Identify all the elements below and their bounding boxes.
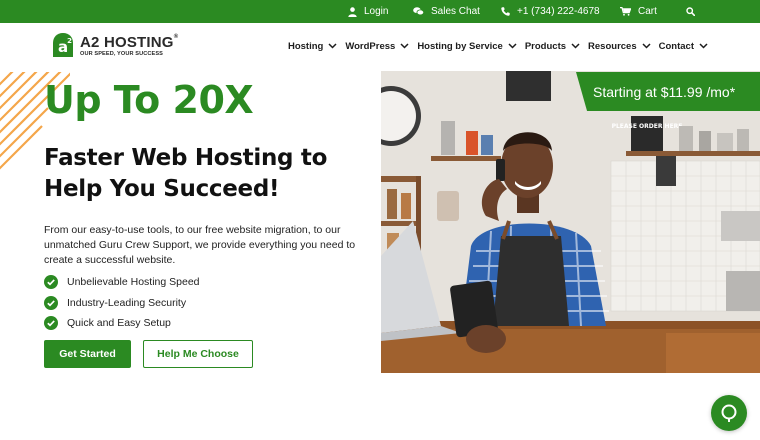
- price-badge: Starting at $11.99 /mo*: [576, 72, 760, 111]
- chevron-down-icon: [328, 43, 337, 49]
- phone-number: +1 (734) 222-4678: [517, 6, 600, 17]
- phone-link[interactable]: +1 (734) 222-4678: [501, 0, 600, 23]
- chat-bubbles-icon: [413, 7, 424, 16]
- check-circle-icon: [44, 275, 58, 290]
- logo-brand-text: A2 HOSTING: [80, 34, 174, 51]
- logo-brand-name: A2 HOSTING®: [80, 34, 178, 51]
- feature-label: Unbelievable Hosting Speed: [67, 276, 200, 289]
- hero-headline-accent: Up To 20X: [44, 78, 254, 122]
- search-icon: [686, 7, 695, 16]
- nav-item-hosting[interactable]: Hosting: [288, 41, 337, 52]
- user-icon: [348, 6, 357, 17]
- nav-item-label: Products: [524, 40, 567, 52]
- nav-item-products[interactable]: Products: [525, 41, 580, 52]
- cart-icon: [620, 7, 631, 16]
- chevron-down-icon: [571, 43, 580, 49]
- chat-widget-button[interactable]: [711, 395, 747, 431]
- search-button[interactable]: [686, 0, 695, 23]
- board-text-line-1: PLEASE ORDER HERE: [612, 123, 683, 130]
- nav-item-contact[interactable]: Contact: [659, 41, 708, 52]
- feature-label: Industry-Leading Security: [67, 296, 187, 309]
- nav-item-label: Resources: [588, 40, 637, 52]
- feature-item: Quick and Easy Setup: [44, 313, 200, 334]
- registered-mark: ®: [173, 34, 179, 40]
- feature-item: Industry-Leading Security: [44, 293, 200, 314]
- nav-item-label: Contact: [658, 40, 694, 52]
- sales-chat-label: Sales Chat: [431, 6, 480, 17]
- login-label: Login: [364, 6, 389, 17]
- main-navigation: Hosting WordPress Hosting by Service Pro…: [288, 23, 708, 69]
- feature-label: Quick and Easy Setup: [67, 317, 171, 330]
- chevron-down-icon: [699, 43, 708, 49]
- hero-headline: Faster Web Hosting to Help You Succeed!: [44, 145, 328, 202]
- top-utility-bar: Login Sales Chat +1 (734) 222-4678 Cart: [0, 0, 760, 23]
- svg-text:2: 2: [67, 37, 72, 45]
- cart-label: Cart: [638, 6, 657, 17]
- chevron-down-icon: [642, 43, 651, 49]
- chat-icon: [721, 404, 737, 422]
- nav-item-wordpress[interactable]: WordPress: [345, 41, 409, 52]
- check-circle-icon: [44, 295, 58, 310]
- hero-photo: PLEASE ORDER HERE: [381, 71, 760, 373]
- a2-logo-mark: a 2: [53, 33, 73, 57]
- nav-item-label: WordPress: [345, 40, 396, 52]
- nav-item-hosting-by-service[interactable]: Hosting by Service: [417, 41, 517, 52]
- nav-item-label: Hosting by Service: [417, 40, 503, 52]
- site-header: a 2 A2 HOSTING® OUR SPEED, YOUR SUCCESS …: [0, 23, 760, 69]
- nav-item-resources[interactable]: Resources: [588, 41, 651, 52]
- chevron-down-icon: [508, 43, 517, 49]
- feature-item: Unbelievable Hosting Speed: [44, 272, 200, 293]
- feature-list: Unbelievable Hosting Speed Industry-Lead…: [44, 272, 200, 334]
- logo-tagline: OUR SPEED, YOUR SUCCESS: [80, 51, 164, 57]
- cart-link[interactable]: Cart: [620, 0, 657, 23]
- help-me-choose-button[interactable]: Help Me Choose: [143, 340, 253, 368]
- a2-hosting-logo[interactable]: a 2 A2 HOSTING® OUR SPEED, YOUR SUCCESS: [52, 32, 182, 62]
- nav-item-label: Hosting: [287, 40, 324, 52]
- hero-description: From our easy-to-use tools, to our free …: [44, 224, 356, 266]
- menu-board: [631, 116, 663, 152]
- phone-icon: [501, 7, 510, 16]
- check-circle-icon: [44, 316, 58, 331]
- hero-photo-illustration: PLEASE ORDER HERE: [381, 71, 760, 373]
- login-link[interactable]: Login: [348, 0, 388, 23]
- get-started-button[interactable]: Get Started: [44, 340, 131, 368]
- chevron-down-icon: [400, 43, 409, 49]
- sales-chat-link[interactable]: Sales Chat: [413, 0, 480, 23]
